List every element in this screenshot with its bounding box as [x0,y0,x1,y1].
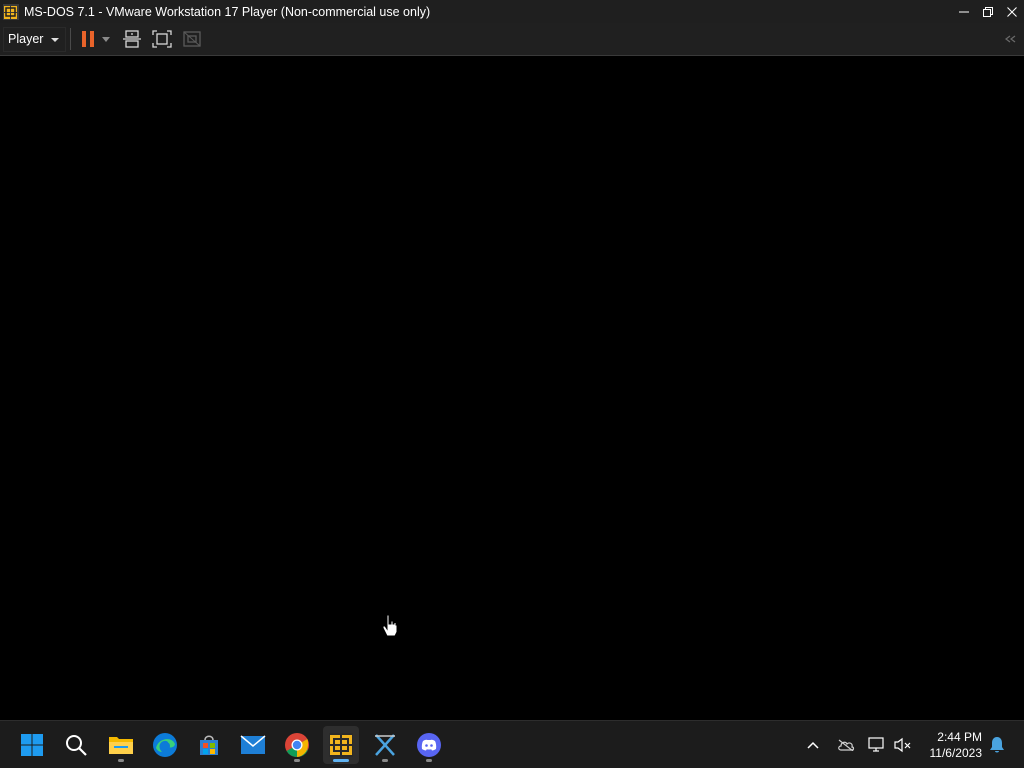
pause-icon [82,31,95,47]
full-screen-icon [152,30,173,48]
taskbar-microsoft-store[interactable] [191,726,227,764]
window-controls [952,0,1024,23]
running-indicator [333,759,349,762]
chevron-down-icon [51,38,60,42]
taskbar-search-button[interactable] [58,726,94,764]
vmware-icon [329,733,353,757]
collapse-toolbar-button[interactable] [1004,31,1018,49]
edge-icon [153,733,177,757]
windows-logo-icon [21,734,43,756]
vm-display[interactable] [0,56,1024,720]
windows-taskbar: 2:44 PM 11/6/2023 [0,720,1024,768]
chevron-up-icon [807,741,819,749]
network-icon [868,737,884,752]
network-tray-icon[interactable] [866,733,888,757]
search-icon [66,735,87,756]
taskbar-x-server[interactable] [367,726,403,764]
notifications-button[interactable] [986,733,1008,757]
full-screen-button[interactable] [147,26,177,52]
mail-icon [240,735,266,754]
player-menu-button[interactable]: Player [3,26,67,52]
taskbar-clock[interactable]: 2:44 PM 11/6/2023 [930,729,983,761]
running-indicator [118,759,124,762]
pause-button[interactable] [79,26,97,52]
ctrl-alt-del-icon [123,30,142,48]
double-chevron-left-icon [1005,35,1016,43]
cloud-offline-icon [838,739,855,751]
running-indicator [294,759,300,762]
unity-mode-button[interactable] [177,26,207,52]
hand-cursor-icon [382,614,398,643]
window-titlebar: MS-DOS 7.1 - VMware Workstation 17 Playe… [0,0,1024,23]
clock-date: 11/6/2023 [929,746,983,760]
close-button[interactable] [1000,0,1024,23]
taskbar-discord[interactable] [411,726,447,764]
chevron-down-icon [102,36,111,42]
send-ctrl-alt-del-button[interactable] [117,26,147,52]
store-icon [200,735,218,755]
restore-button[interactable] [976,0,1000,23]
taskbar-edge[interactable] [147,726,183,764]
taskbar-vmware-player[interactable] [323,726,359,764]
taskbar-mail[interactable] [235,726,271,764]
volume-muted-icon [894,737,911,753]
vmware-app-icon [2,3,20,21]
onedrive-tray-icon[interactable] [835,733,857,757]
bell-icon [990,737,1004,753]
volume-tray-icon[interactable] [892,733,914,757]
player-toolbar: Player [0,23,1024,56]
folder-icon [109,737,133,754]
start-button[interactable] [14,726,50,764]
unity-icon [183,31,202,47]
x-icon [375,734,395,756]
window-title: MS-DOS 7.1 - VMware Workstation 17 Playe… [24,4,431,19]
running-indicator [382,759,388,762]
discord-icon [417,733,441,757]
player-menu-label: Player [8,32,44,46]
pause-options-dropdown[interactable] [97,26,115,52]
running-indicator [426,759,432,762]
taskbar-chrome[interactable] [279,726,315,764]
chrome-icon [285,733,309,757]
toolbar-divider [70,28,72,50]
clock-time: 2:44 PM [937,730,982,744]
show-hidden-icons-button[interactable] [804,733,822,757]
taskbar-file-explorer[interactable] [103,726,139,764]
minimize-button[interactable] [952,0,976,23]
